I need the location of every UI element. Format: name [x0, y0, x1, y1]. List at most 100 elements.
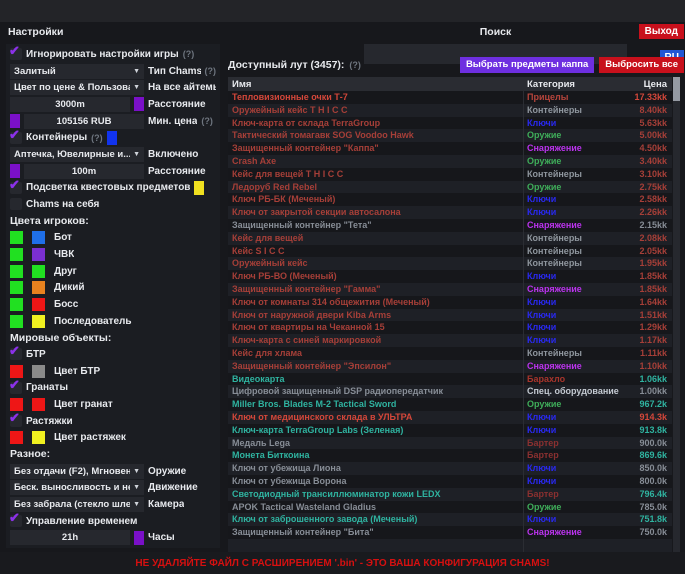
- text-input[interactable]: 3000m: [10, 97, 130, 112]
- checkbox[interactable]: ✔: [10, 348, 22, 360]
- loot-row[interactable]: Кейс для хламаКонтейнеры1.11kk: [228, 347, 672, 360]
- dropdown[interactable]: Аптечка, Ювелирные и...▼: [10, 147, 144, 162]
- loot-row[interactable]: Защищенный контейнер "Тета"Снаряжение2.1…: [228, 219, 672, 232]
- loot-row[interactable]: Кейс для вещей T H I C CКонтейнеры3.10kk: [228, 168, 672, 181]
- loot-row[interactable]: Ключ-карта TerraGroup Labs (Зеленая)Ключ…: [228, 424, 672, 437]
- color-swatch-secondary[interactable]: [32, 315, 45, 328]
- item-name: Защищенный контейнер "Каппа": [228, 142, 524, 155]
- loot-row[interactable]: Ключ от квартиры на Чеканной 15Ключи1.29…: [228, 321, 672, 334]
- checkbox[interactable]: ✔: [10, 132, 22, 144]
- color-swatch-primary[interactable]: [10, 431, 23, 444]
- loot-row[interactable]: Оружейный кейс T H I C CКонтейнеры8.40kk: [228, 104, 672, 117]
- section-label: Разное:: [10, 448, 50, 460]
- dropdown[interactable]: Цвет по цене & Пользователь▼: [10, 80, 144, 95]
- color-swatch-primary[interactable]: [10, 281, 23, 294]
- color-swatch-primary[interactable]: [10, 315, 23, 328]
- color-swatch-primary[interactable]: [10, 398, 23, 411]
- text-input[interactable]: 100m: [24, 164, 144, 179]
- loot-row[interactable]: [228, 539, 672, 552]
- checkbox[interactable]: ✔: [10, 182, 22, 194]
- loot-row[interactable]: Защищенный контейнер "Гамма"Снаряжение1.…: [228, 283, 672, 296]
- color-swatch-secondary[interactable]: [32, 365, 45, 378]
- color-swatch[interactable]: [10, 164, 20, 178]
- select-kappa-button[interactable]: Выбрать предметы каппа: [460, 57, 594, 73]
- chevron-down-icon: ▼: [130, 501, 140, 508]
- loot-row[interactable]: Ключ от заброшенного завода (Меченый)Клю…: [228, 513, 672, 526]
- color-swatch-primary[interactable]: [10, 365, 23, 378]
- color-swatch[interactable]: [10, 114, 20, 128]
- scrollbar-thumb[interactable]: [673, 77, 680, 101]
- column-name[interactable]: Имя: [228, 79, 524, 90]
- loot-row[interactable]: Медаль LegaБартер900.0k: [228, 437, 672, 450]
- loot-row[interactable]: Ключ от комнаты 314 общежития (Меченый)К…: [228, 296, 672, 309]
- table-scrollbar[interactable]: [673, 77, 680, 552]
- loot-row[interactable]: Ключ-карта с синей маркировкойКлючи1.17k…: [228, 334, 672, 347]
- color-swatch-primary[interactable]: [10, 298, 23, 311]
- color-swatch[interactable]: [107, 131, 117, 145]
- dropdown[interactable]: Залитый▼: [10, 64, 144, 79]
- drop-all-button[interactable]: Выбросить все: [599, 57, 684, 73]
- loot-row[interactable]: Ключ-карта от склада TerraGroupКлючи5.63…: [228, 117, 672, 130]
- checkbox[interactable]: [10, 198, 22, 210]
- text-input[interactable]: 105156 RUB: [24, 114, 144, 129]
- item-price: 785.0k: [619, 501, 672, 514]
- loot-row[interactable]: Оружейный кейсКонтейнеры1.95kk: [228, 257, 672, 270]
- item-name: Светодиодный трансиллюминатор кожи LEDX: [228, 488, 524, 501]
- chevron-down-icon: ▼: [130, 84, 140, 91]
- row-label: Цвет гранат: [54, 399, 113, 410]
- color-swatch-secondary[interactable]: [32, 231, 45, 244]
- settings-title: Настройки: [8, 26, 63, 38]
- loot-row[interactable]: APOK Tactical Wasteland GladiusОружие785…: [228, 501, 672, 514]
- settings-row: Разное:: [6, 446, 220, 463]
- color-swatch-secondary[interactable]: [32, 248, 45, 261]
- item-price: 5.63kk: [619, 117, 672, 130]
- loot-row[interactable]: Цифровой защищенный DSP радиопередатчикС…: [228, 385, 672, 398]
- loot-row[interactable]: Монета БиткоинаБартер869.6k: [228, 449, 672, 462]
- loot-row[interactable]: Ключ от убежища ВоронаКлючи800.0k: [228, 475, 672, 488]
- loot-row[interactable]: Miller Bros. Blades M-2 Tactical SwordОр…: [228, 398, 672, 411]
- dropdown[interactable]: Без отдачи (F2), Мгновенное п▼: [10, 464, 144, 479]
- loot-row[interactable]: Ледоруб Red RebelОружие2.75kk: [228, 181, 672, 194]
- exit-button[interactable]: Выход: [639, 24, 684, 39]
- loot-row[interactable]: Ключ от наружной двери Kiba ArmsКлючи1.5…: [228, 309, 672, 322]
- color-swatch-primary[interactable]: [10, 265, 23, 278]
- column-price[interactable]: Цена: [619, 79, 672, 90]
- loot-row[interactable]: Кейс для вещейКонтейнеры2.08kk: [228, 232, 672, 245]
- checkbox[interactable]: ✔: [10, 515, 22, 527]
- loot-row[interactable]: Защищенный контейнер "Каппа"Снаряжение4.…: [228, 142, 672, 155]
- item-category: Ключи: [524, 270, 619, 283]
- column-category[interactable]: Категория: [524, 79, 619, 90]
- loot-row[interactable]: Тепловизионные очки Т-7Прицелы17.33kk: [228, 91, 672, 104]
- checkbox[interactable]: ✔: [10, 415, 22, 427]
- color-swatch-secondary[interactable]: [32, 265, 45, 278]
- color-swatch-secondary[interactable]: [32, 281, 45, 294]
- loot-row[interactable]: Ключ от убежища ЛионаКлючи850.0k: [228, 462, 672, 475]
- color-swatch-secondary[interactable]: [32, 431, 45, 444]
- color-swatch[interactable]: [134, 531, 144, 545]
- loot-row[interactable]: Ключ от закрытой секции автосалонаКлючи2…: [228, 206, 672, 219]
- text-input[interactable]: 21h: [10, 530, 130, 545]
- loot-row[interactable]: Защищенный контейнер "Эпсилон"Снаряжение…: [228, 360, 672, 373]
- loot-row[interactable]: Защищенный контейнер "Бита"Снаряжение750…: [228, 526, 672, 539]
- dropdown[interactable]: Беск. выносливость и нет уста▼: [10, 480, 144, 495]
- color-swatch-primary[interactable]: [10, 231, 23, 244]
- checkbox[interactable]: ✔: [10, 382, 22, 394]
- row-label: Цвет растяжек: [54, 432, 126, 443]
- loot-row[interactable]: Светодиодный трансиллюминатор кожи LEDXБ…: [228, 488, 672, 501]
- loot-row[interactable]: Тактический томагавк SOG Voodoo HawkОруж…: [228, 129, 672, 142]
- row-label: Друг: [54, 266, 77, 277]
- loot-row[interactable]: Ключ РБ-БК (Меченый)Ключи2.58kk: [228, 193, 672, 206]
- color-swatch-secondary[interactable]: [32, 398, 45, 411]
- loot-row[interactable]: Ключ РБ-ВО (Меченый)Ключи1.85kk: [228, 270, 672, 283]
- dropdown[interactable]: Без забрала (стекло шлема)▼: [10, 497, 144, 512]
- color-swatch-primary[interactable]: [10, 248, 23, 261]
- loot-row[interactable]: Ключ от медицинского склада в УЛЬТРАКлюч…: [228, 411, 672, 424]
- color-swatch-secondary[interactable]: [32, 298, 45, 311]
- loot-row[interactable]: Crash AxeОружие3.40kk: [228, 155, 672, 168]
- color-swatch[interactable]: [134, 97, 144, 111]
- loot-row[interactable]: Кейс S I C CКонтейнеры2.05kk: [228, 245, 672, 258]
- loot-row[interactable]: ВидеокартаБарахло1.06kk: [228, 373, 672, 386]
- checkbox[interactable]: ✔: [10, 48, 22, 60]
- input-group: 100m: [10, 164, 144, 179]
- color-swatch[interactable]: [194, 181, 204, 195]
